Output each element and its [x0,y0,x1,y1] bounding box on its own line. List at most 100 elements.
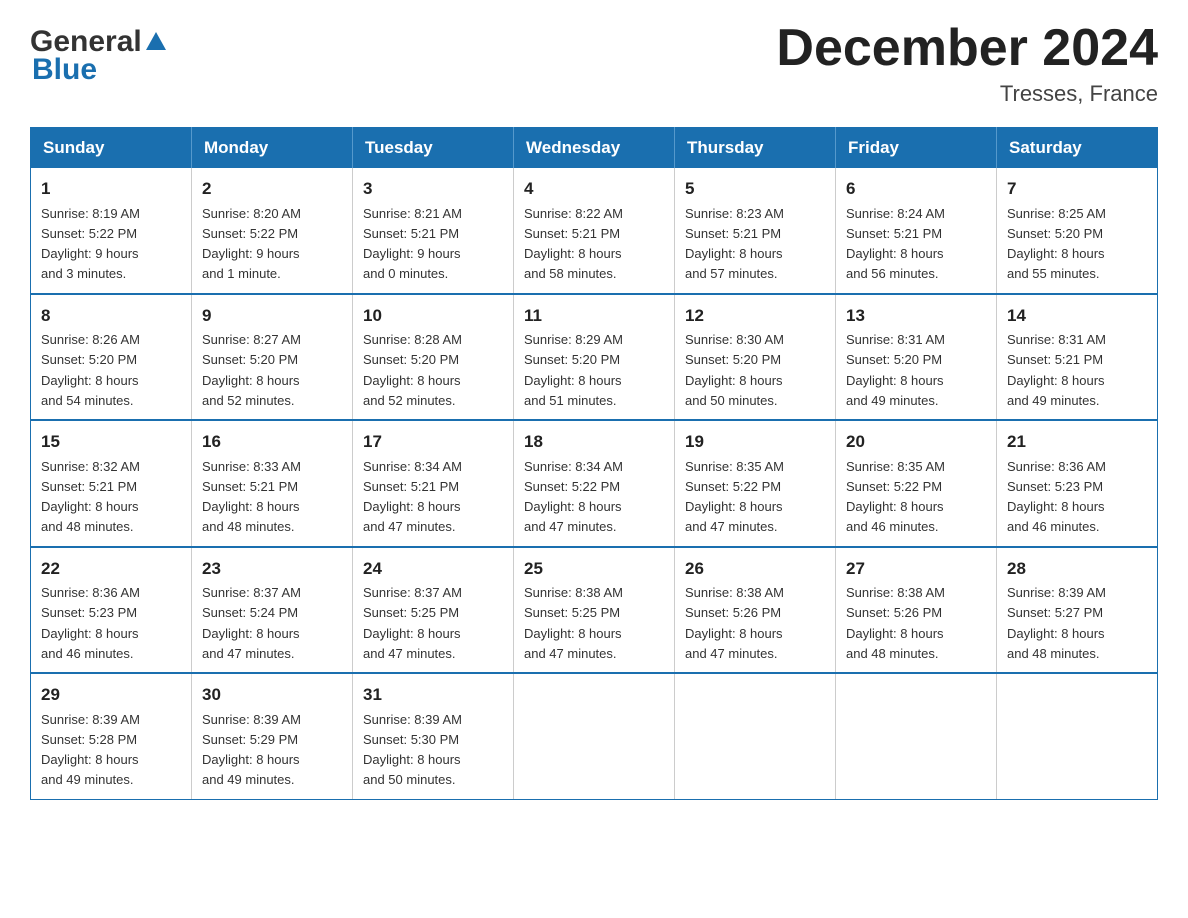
calendar-week-1: 1 Sunrise: 8:19 AMSunset: 5:22 PMDayligh… [31,168,1158,294]
calendar-cell: 1 Sunrise: 8:19 AMSunset: 5:22 PMDayligh… [31,168,192,294]
month-title: December 2024 [776,20,1158,77]
page-header: General Blue December 2024 Tresses, Fran… [30,20,1158,107]
day-number: 23 [202,556,342,582]
calendar-cell: 16 Sunrise: 8:33 AMSunset: 5:21 PMDaylig… [192,420,353,547]
calendar-cell: 4 Sunrise: 8:22 AMSunset: 5:21 PMDayligh… [514,168,675,294]
calendar-cell [836,673,997,799]
day-info: Sunrise: 8:34 AMSunset: 5:22 PMDaylight:… [524,459,623,535]
day-number: 5 [685,176,825,202]
day-info: Sunrise: 8:19 AMSunset: 5:22 PMDaylight:… [41,206,140,282]
calendar-cell: 6 Sunrise: 8:24 AMSunset: 5:21 PMDayligh… [836,168,997,294]
location-text: Tresses, France [776,81,1158,107]
day-number: 9 [202,303,342,329]
day-number: 4 [524,176,664,202]
weekday-header-thursday: Thursday [675,128,836,169]
day-number: 25 [524,556,664,582]
title-section: December 2024 Tresses, France [776,20,1158,107]
day-info: Sunrise: 8:34 AMSunset: 5:21 PMDaylight:… [363,459,462,535]
calendar-cell: 25 Sunrise: 8:38 AMSunset: 5:25 PMDaylig… [514,547,675,674]
day-number: 1 [41,176,181,202]
day-number: 20 [846,429,986,455]
day-info: Sunrise: 8:39 AMSunset: 5:28 PMDaylight:… [41,712,140,788]
calendar-week-4: 22 Sunrise: 8:36 AMSunset: 5:23 PMDaylig… [31,547,1158,674]
calendar-cell [675,673,836,799]
calendar-cell: 11 Sunrise: 8:29 AMSunset: 5:20 PMDaylig… [514,294,675,421]
day-info: Sunrise: 8:21 AMSunset: 5:21 PMDaylight:… [363,206,462,282]
calendar-week-3: 15 Sunrise: 8:32 AMSunset: 5:21 PMDaylig… [31,420,1158,547]
day-info: Sunrise: 8:31 AMSunset: 5:20 PMDaylight:… [846,332,945,408]
day-info: Sunrise: 8:30 AMSunset: 5:20 PMDaylight:… [685,332,784,408]
calendar-week-2: 8 Sunrise: 8:26 AMSunset: 5:20 PMDayligh… [31,294,1158,421]
day-info: Sunrise: 8:35 AMSunset: 5:22 PMDaylight:… [685,459,784,535]
day-info: Sunrise: 8:24 AMSunset: 5:21 PMDaylight:… [846,206,945,282]
day-info: Sunrise: 8:36 AMSunset: 5:23 PMDaylight:… [1007,459,1106,535]
calendar-cell: 7 Sunrise: 8:25 AMSunset: 5:20 PMDayligh… [997,168,1158,294]
calendar-cell: 30 Sunrise: 8:39 AMSunset: 5:29 PMDaylig… [192,673,353,799]
day-info: Sunrise: 8:23 AMSunset: 5:21 PMDaylight:… [685,206,784,282]
weekday-header-friday: Friday [836,128,997,169]
day-info: Sunrise: 8:38 AMSunset: 5:25 PMDaylight:… [524,585,623,661]
day-info: Sunrise: 8:28 AMSunset: 5:20 PMDaylight:… [363,332,462,408]
day-info: Sunrise: 8:25 AMSunset: 5:20 PMDaylight:… [1007,206,1106,282]
logo-blue-text: Blue [32,53,97,87]
calendar-week-5: 29 Sunrise: 8:39 AMSunset: 5:28 PMDaylig… [31,673,1158,799]
day-number: 7 [1007,176,1147,202]
day-number: 21 [1007,429,1147,455]
calendar-cell: 29 Sunrise: 8:39 AMSunset: 5:28 PMDaylig… [31,673,192,799]
logo: General Blue [30,20,166,87]
logo-triangle-icon [146,32,166,50]
calendar-cell [514,673,675,799]
day-info: Sunrise: 8:39 AMSunset: 5:27 PMDaylight:… [1007,585,1106,661]
day-number: 6 [846,176,986,202]
day-info: Sunrise: 8:38 AMSunset: 5:26 PMDaylight:… [685,585,784,661]
calendar-table: SundayMondayTuesdayWednesdayThursdayFrid… [30,127,1158,800]
day-number: 29 [41,682,181,708]
day-info: Sunrise: 8:31 AMSunset: 5:21 PMDaylight:… [1007,332,1106,408]
day-number: 22 [41,556,181,582]
day-number: 28 [1007,556,1147,582]
calendar-cell: 12 Sunrise: 8:30 AMSunset: 5:20 PMDaylig… [675,294,836,421]
day-info: Sunrise: 8:22 AMSunset: 5:21 PMDaylight:… [524,206,623,282]
calendar-cell: 13 Sunrise: 8:31 AMSunset: 5:20 PMDaylig… [836,294,997,421]
day-info: Sunrise: 8:36 AMSunset: 5:23 PMDaylight:… [41,585,140,661]
day-number: 31 [363,682,503,708]
day-number: 24 [363,556,503,582]
calendar-cell: 10 Sunrise: 8:28 AMSunset: 5:20 PMDaylig… [353,294,514,421]
calendar-cell: 2 Sunrise: 8:20 AMSunset: 5:22 PMDayligh… [192,168,353,294]
day-number: 16 [202,429,342,455]
calendar-cell: 28 Sunrise: 8:39 AMSunset: 5:27 PMDaylig… [997,547,1158,674]
day-number: 30 [202,682,342,708]
day-number: 8 [41,303,181,329]
day-info: Sunrise: 8:39 AMSunset: 5:29 PMDaylight:… [202,712,301,788]
day-info: Sunrise: 8:32 AMSunset: 5:21 PMDaylight:… [41,459,140,535]
day-number: 26 [685,556,825,582]
day-number: 3 [363,176,503,202]
weekday-header-saturday: Saturday [997,128,1158,169]
day-info: Sunrise: 8:26 AMSunset: 5:20 PMDaylight:… [41,332,140,408]
calendar-cell: 20 Sunrise: 8:35 AMSunset: 5:22 PMDaylig… [836,420,997,547]
day-number: 18 [524,429,664,455]
day-info: Sunrise: 8:27 AMSunset: 5:20 PMDaylight:… [202,332,301,408]
day-info: Sunrise: 8:37 AMSunset: 5:24 PMDaylight:… [202,585,301,661]
day-number: 17 [363,429,503,455]
calendar-cell: 3 Sunrise: 8:21 AMSunset: 5:21 PMDayligh… [353,168,514,294]
day-info: Sunrise: 8:33 AMSunset: 5:21 PMDaylight:… [202,459,301,535]
day-info: Sunrise: 8:37 AMSunset: 5:25 PMDaylight:… [363,585,462,661]
weekday-header-sunday: Sunday [31,128,192,169]
weekday-header-wednesday: Wednesday [514,128,675,169]
day-number: 2 [202,176,342,202]
day-number: 14 [1007,303,1147,329]
calendar-cell: 23 Sunrise: 8:37 AMSunset: 5:24 PMDaylig… [192,547,353,674]
day-number: 27 [846,556,986,582]
day-info: Sunrise: 8:20 AMSunset: 5:22 PMDaylight:… [202,206,301,282]
calendar-cell: 26 Sunrise: 8:38 AMSunset: 5:26 PMDaylig… [675,547,836,674]
calendar-cell: 17 Sunrise: 8:34 AMSunset: 5:21 PMDaylig… [353,420,514,547]
day-info: Sunrise: 8:39 AMSunset: 5:30 PMDaylight:… [363,712,462,788]
calendar-cell: 9 Sunrise: 8:27 AMSunset: 5:20 PMDayligh… [192,294,353,421]
calendar-cell: 27 Sunrise: 8:38 AMSunset: 5:26 PMDaylig… [836,547,997,674]
day-number: 11 [524,303,664,329]
calendar-cell: 21 Sunrise: 8:36 AMSunset: 5:23 PMDaylig… [997,420,1158,547]
day-info: Sunrise: 8:38 AMSunset: 5:26 PMDaylight:… [846,585,945,661]
calendar-cell: 15 Sunrise: 8:32 AMSunset: 5:21 PMDaylig… [31,420,192,547]
day-info: Sunrise: 8:35 AMSunset: 5:22 PMDaylight:… [846,459,945,535]
